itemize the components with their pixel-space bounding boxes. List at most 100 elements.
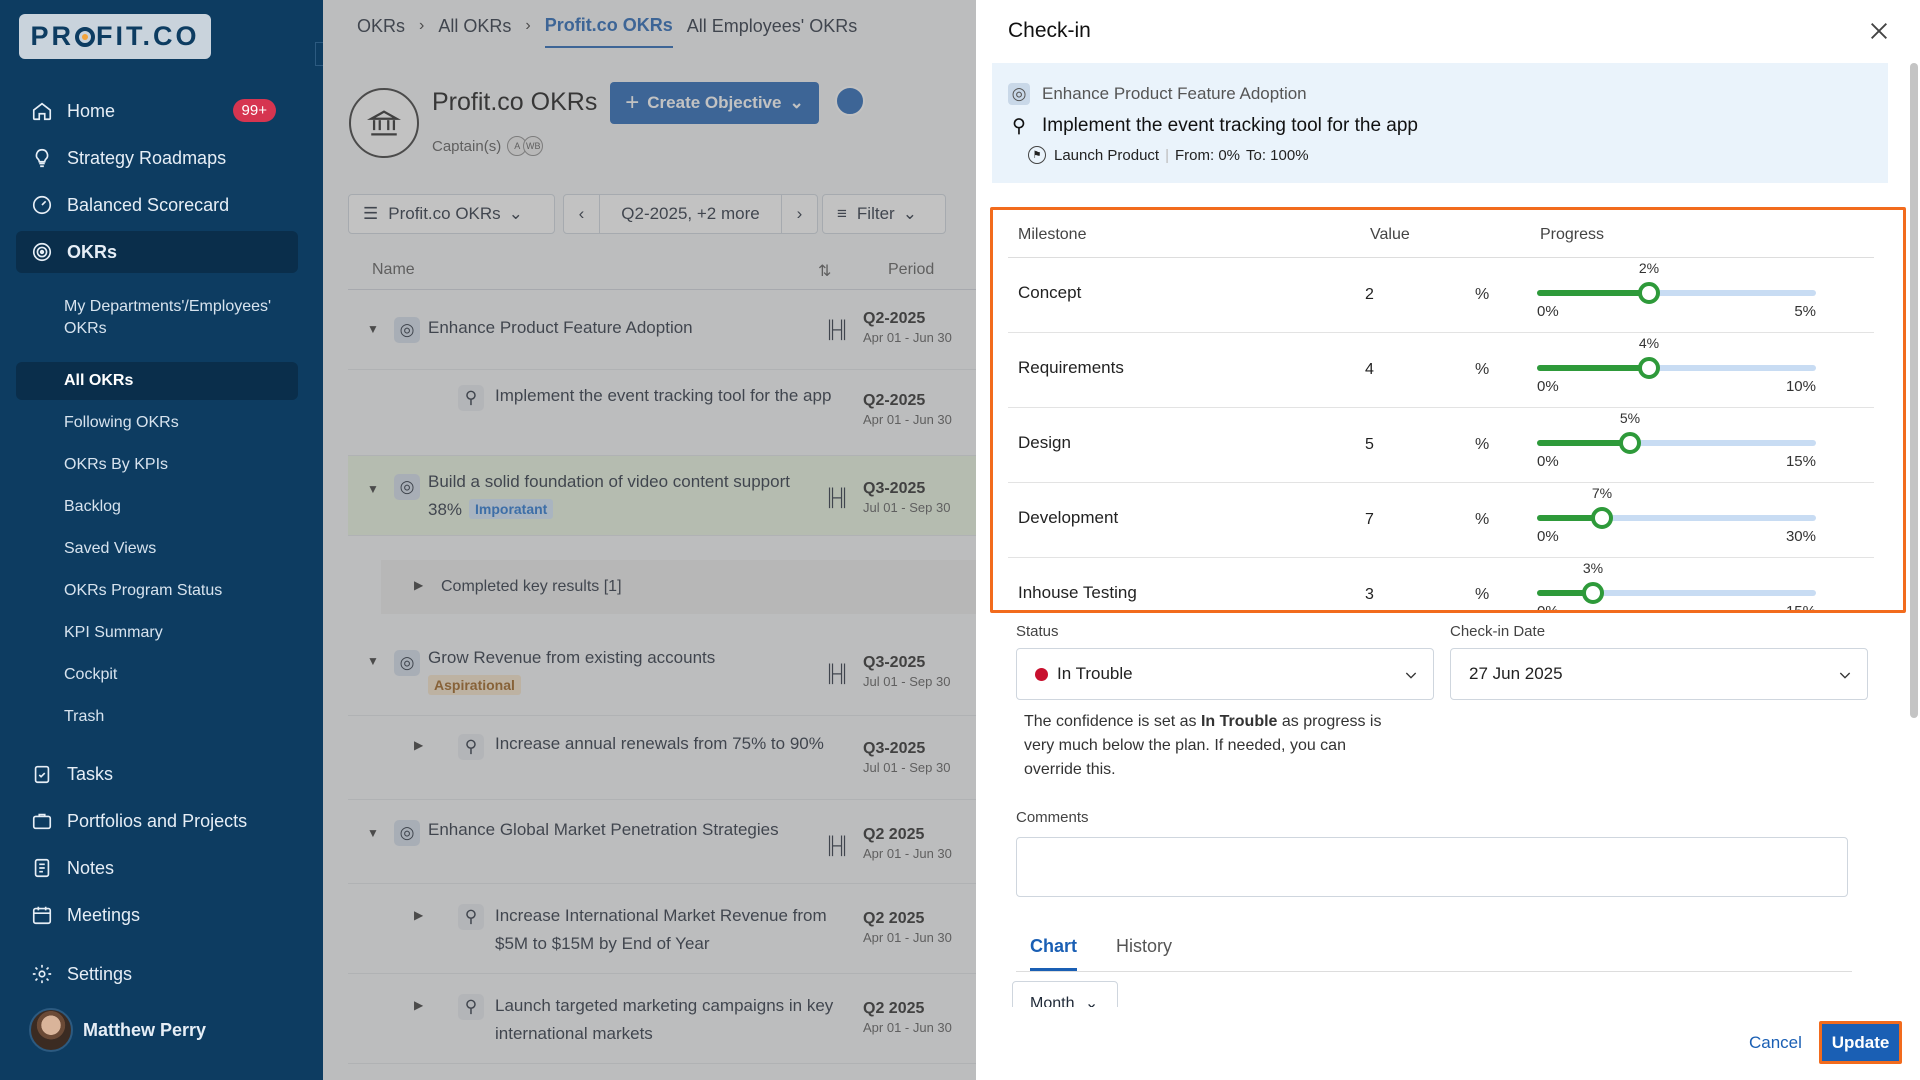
slider-max-label: 15% <box>1785 603 1816 613</box>
milestone-row: Requirements 4% 4% 0% 10% <box>1008 333 1874 408</box>
sidebar: PRFIT.CO ‹ Home 99+ Strategy Roadmaps Ba… <box>0 0 335 1080</box>
milestone-value-input[interactable]: 7 <box>1365 511 1374 529</box>
comments-label: Comments <box>1016 809 1089 826</box>
checkin-date-value: 27 Jun 2025 <box>1469 664 1563 683</box>
milestone-progress-slider[interactable]: 4% <box>1537 335 1816 379</box>
user-name: Matthew Perry <box>83 1019 207 1040</box>
sidebar-subitem-label: Saved Views <box>64 540 157 557</box>
sidebar-item-okrs[interactable]: OKRs <box>16 231 298 273</box>
sidebar-item-tasks[interactable]: Tasks <box>16 753 298 795</box>
sidebar-subitem-my-departments[interactable]: My Departments'/Employees' OKRs <box>16 285 298 351</box>
milestone-value-input[interactable]: 3 <box>1365 586 1374 604</box>
comments-input[interactable] <box>1016 837 1848 897</box>
modal-backdrop[interactable] <box>323 0 976 1080</box>
milestone-progress-slider[interactable]: 3% <box>1537 560 1816 604</box>
sidebar-item-balanced-scorecard[interactable]: Balanced Scorecard <box>16 184 298 226</box>
sidebar-item-strategy-roadmaps[interactable]: Strategy Roadmaps <box>16 137 298 179</box>
sidebar-subitem-label: OKRs Program Status <box>64 582 223 599</box>
avatar <box>29 1008 73 1052</box>
sidebar-item-portfolios[interactable]: Portfolios and Projects <box>16 800 298 842</box>
slider-current-value: 7% <box>1591 485 1613 501</box>
key-result-name: Implement the event tracking tool for th… <box>1042 115 1418 136</box>
sidebar-subitem-label: Following OKRs <box>64 414 179 431</box>
logo-text-b: FIT.CO <box>96 21 200 51</box>
milestone-value-input[interactable]: 4 <box>1365 361 1374 379</box>
sidebar-item-meetings[interactable]: Meetings <box>16 894 298 936</box>
milestone-value-input[interactable]: 5 <box>1365 436 1374 454</box>
milestones-table: Milestone Value Progress Concept 2% 2% 0% 5%… <box>990 207 1906 613</box>
slider-fill <box>1537 440 1630 446</box>
confidence-note: The confidence is set as In Trouble as p… <box>1024 710 1404 782</box>
sidebar-subitem-label: My Departments'/Employees' OKRs <box>64 298 272 337</box>
tab-chart[interactable]: Chart <box>1030 936 1078 971</box>
metric-to: To: 100% <box>1246 146 1309 164</box>
chevron-down-icon <box>1837 667 1853 688</box>
slider-current-value: 2% <box>1638 260 1660 276</box>
calendar-icon <box>29 902 55 928</box>
milestone-progress-slider[interactable]: 7% <box>1537 485 1816 529</box>
cancel-button[interactable]: Cancel <box>1749 1033 1802 1053</box>
sidebar-item-label: Home <box>67 100 116 121</box>
slider-thumb[interactable] <box>1591 507 1613 529</box>
milestone-progress-slider[interactable]: 2% <box>1537 260 1816 304</box>
milestone-unit: % <box>1475 511 1490 528</box>
milestone-value-input[interactable]: 2 <box>1365 286 1374 304</box>
tab-history[interactable]: History <box>1116 936 1172 957</box>
checkin-date-select[interactable]: 27 Jun 2025 <box>1450 648 1868 700</box>
sidebar-item-home[interactable]: Home 99+ <box>16 90 298 132</box>
metric-name: Launch Product <box>1054 146 1160 164</box>
sidebar-item-label: Meetings <box>67 904 141 925</box>
update-button[interactable]: Update <box>1819 1021 1902 1064</box>
sidebar-subitem-backlog[interactable]: Backlog <box>16 488 298 526</box>
sidebar-subitem-all-okrs[interactable]: All OKRs <box>16 362 298 400</box>
notification-badge: 99+ <box>232 99 276 122</box>
column-milestone: Milestone <box>1018 226 1087 243</box>
clipboard-check-icon <box>29 761 55 787</box>
sidebar-item-label: Strategy Roadmaps <box>67 147 227 168</box>
sidebar-subitem-kpi-summary[interactable]: KPI Summary <box>16 614 298 652</box>
status-select[interactable]: In Trouble <box>1016 648 1434 700</box>
key-result-summary: ◎ Enhance Product Feature Adoption ⚲ Imp… <box>992 63 1888 183</box>
sidebar-subitem-trash[interactable]: Trash <box>16 698 298 736</box>
sidebar-subitem-following-okrs[interactable]: Following OKRs <box>16 404 298 442</box>
sidebar-subitem-label: Trash <box>64 708 105 725</box>
sidebar-subitem-label: KPI Summary <box>64 624 163 641</box>
user-profile[interactable]: Matthew Perry <box>29 1008 206 1052</box>
slider-current-value: 5% <box>1619 410 1641 426</box>
target-icon <box>29 239 55 265</box>
milestone-progress-slider[interactable]: 5% <box>1537 410 1816 454</box>
sidebar-item-notes[interactable]: Notes <box>16 847 298 889</box>
slider-fill <box>1537 290 1649 296</box>
sidebar-subitem-saved-views[interactable]: Saved Views <box>16 530 298 568</box>
sidebar-subitem-okrs-program-status[interactable]: OKRs Program Status <box>16 572 298 610</box>
sidebar-subitem-label: All OKRs <box>64 372 134 389</box>
objective-icon: ◎ <box>1008 83 1030 105</box>
metric-from: From: 0% <box>1174 146 1240 164</box>
key-result-line: ⚲ Implement the event tracking tool for … <box>1008 115 1418 137</box>
main-content: OKRs › All OKRs › Profit.co OKRs All Emp… <box>323 0 976 1080</box>
sidebar-item-label: OKRs <box>67 241 118 262</box>
milestone-unit: % <box>1475 361 1490 378</box>
drawer-title: Check-in <box>1008 19 1091 42</box>
slider-current-value: 4% <box>1638 335 1660 351</box>
drawer-scrollbar[interactable] <box>1910 63 1918 718</box>
close-icon[interactable] <box>1868 20 1890 42</box>
profitco-logo[interactable]: PR FIT.CO <box>19 14 211 59</box>
milestone-name: Development <box>1018 508 1119 527</box>
status-label: Status <box>1016 623 1059 640</box>
slider-thumb[interactable] <box>1582 582 1604 604</box>
checkin-date-label: Check-in Date <box>1450 623 1546 640</box>
sidebar-subitem-okrs-by-kpis[interactable]: OKRs By KPIs <box>16 446 298 484</box>
sidebar-subitem-label: Cockpit <box>64 666 118 683</box>
slider-thumb[interactable] <box>1638 357 1660 379</box>
slider-fill <box>1537 365 1649 371</box>
column-progress: Progress <box>1540 226 1605 243</box>
slider-thumb[interactable] <box>1638 282 1660 304</box>
slider-max-label: 10% <box>1785 378 1816 395</box>
objective-line: ◎ Enhance Product Feature Adoption <box>1008 83 1307 105</box>
slider-max-label: 15% <box>1785 453 1816 470</box>
slider-thumb[interactable] <box>1619 432 1641 454</box>
sidebar-subitem-cockpit[interactable]: Cockpit <box>16 656 298 694</box>
logo-text-a: PR <box>30 21 74 51</box>
sidebar-item-settings[interactable]: Settings <box>16 953 298 995</box>
